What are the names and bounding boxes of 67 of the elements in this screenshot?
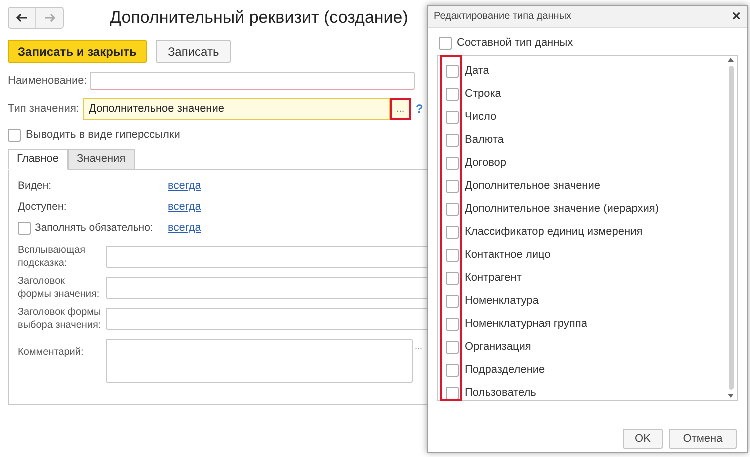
field-label: Заголовок формы выбора значения: (18, 306, 102, 332)
checkbox[interactable] (446, 387, 459, 400)
checkbox-label: Пользователь (465, 386, 536, 402)
select-button[interactable]: ... (415, 339, 423, 355)
link[interactable]: всегда (168, 199, 202, 216)
checkbox-label: Контактное лицо (465, 248, 551, 264)
checkbox[interactable] (446, 364, 459, 377)
save-close-button[interactable]: Записать и закрыть (8, 40, 147, 63)
comment-field[interactable] (106, 339, 413, 383)
checkbox[interactable] (446, 272, 459, 285)
back-arrow-icon (16, 13, 28, 23)
input-field[interactable]: Дополнительное значение (83, 98, 390, 120)
save-button[interactable]: Записать (156, 40, 232, 63)
checkbox-label: Классификатор единиц измерения (465, 225, 643, 240)
checkbox[interactable] (446, 65, 459, 78)
checkbox-label: Составной тип данных (457, 36, 574, 51)
ok-button[interactable]: OK (623, 429, 663, 449)
checkbox[interactable] (446, 111, 459, 124)
dialog-title: Редактирование типа данных (434, 10, 572, 24)
checkbox-label: Номенклатурная группа (465, 317, 588, 332)
field-label: Виден: (18, 178, 52, 194)
help-link[interactable]: ? (416, 100, 424, 118)
close-button[interactable]: × (732, 9, 741, 24)
link[interactable]: всегда (168, 220, 202, 237)
checkbox-label: Выводить в виде гиперссылки (26, 128, 180, 143)
checkbox-label: Контрагент (465, 271, 522, 286)
checkbox-label: Дополнительное значение (465, 179, 601, 194)
window-title: Дополнительный реквизит (создание) (110, 7, 408, 30)
field-label: Заполнять обязательно: (35, 220, 154, 236)
field-label: Комментарий: (18, 346, 84, 359)
field-label: Доступен: (18, 200, 67, 215)
checkbox-label: Договор (465, 156, 507, 172)
tab[interactable]: Значения (68, 149, 135, 170)
checkbox[interactable] (439, 36, 452, 50)
forward-arrow-icon (44, 13, 56, 23)
input-field[interactable] (90, 72, 416, 90)
checkbox[interactable] (446, 249, 459, 262)
checkbox-label: Организация (465, 340, 532, 356)
field-label: Заголовок формы значения: (18, 275, 100, 301)
scroll-up-icon[interactable] (728, 58, 734, 62)
checkbox[interactable] (446, 88, 459, 101)
checkbox[interactable] (8, 128, 21, 142)
checkbox[interactable] (446, 318, 459, 331)
checkbox[interactable] (446, 157, 459, 170)
checkbox[interactable] (446, 180, 459, 193)
checkbox[interactable] (18, 222, 31, 235)
checkbox[interactable] (446, 295, 459, 308)
checkbox-label: Подразделение (465, 363, 546, 378)
checkbox[interactable] (446, 226, 459, 239)
field-label: Тип значения: (8, 102, 80, 117)
cancel-button[interactable]: Отмена (669, 429, 737, 449)
field-label: Наименование: (8, 74, 88, 89)
checkbox[interactable] (446, 203, 459, 216)
checkbox-label: Строка (465, 87, 502, 102)
checkbox-label: Валюта (465, 133, 504, 148)
checkbox[interactable] (446, 134, 459, 147)
scrollbar[interactable] (725, 56, 737, 400)
scroll-down-icon[interactable] (728, 394, 734, 398)
checkbox-label: Дата (465, 64, 490, 80)
select-button[interactable]: ... (390, 98, 411, 120)
checkbox-label: Номенклатура (465, 294, 539, 310)
link[interactable]: всегда (168, 178, 202, 195)
checkbox[interactable] (446, 341, 459, 354)
tab[interactable]: Главное (8, 149, 68, 170)
checkbox-label: Число (465, 110, 497, 126)
field-label: Всплывающая подсказка: (18, 244, 86, 270)
checkbox-label: Дополнительное значение (иерархия) (465, 202, 659, 218)
